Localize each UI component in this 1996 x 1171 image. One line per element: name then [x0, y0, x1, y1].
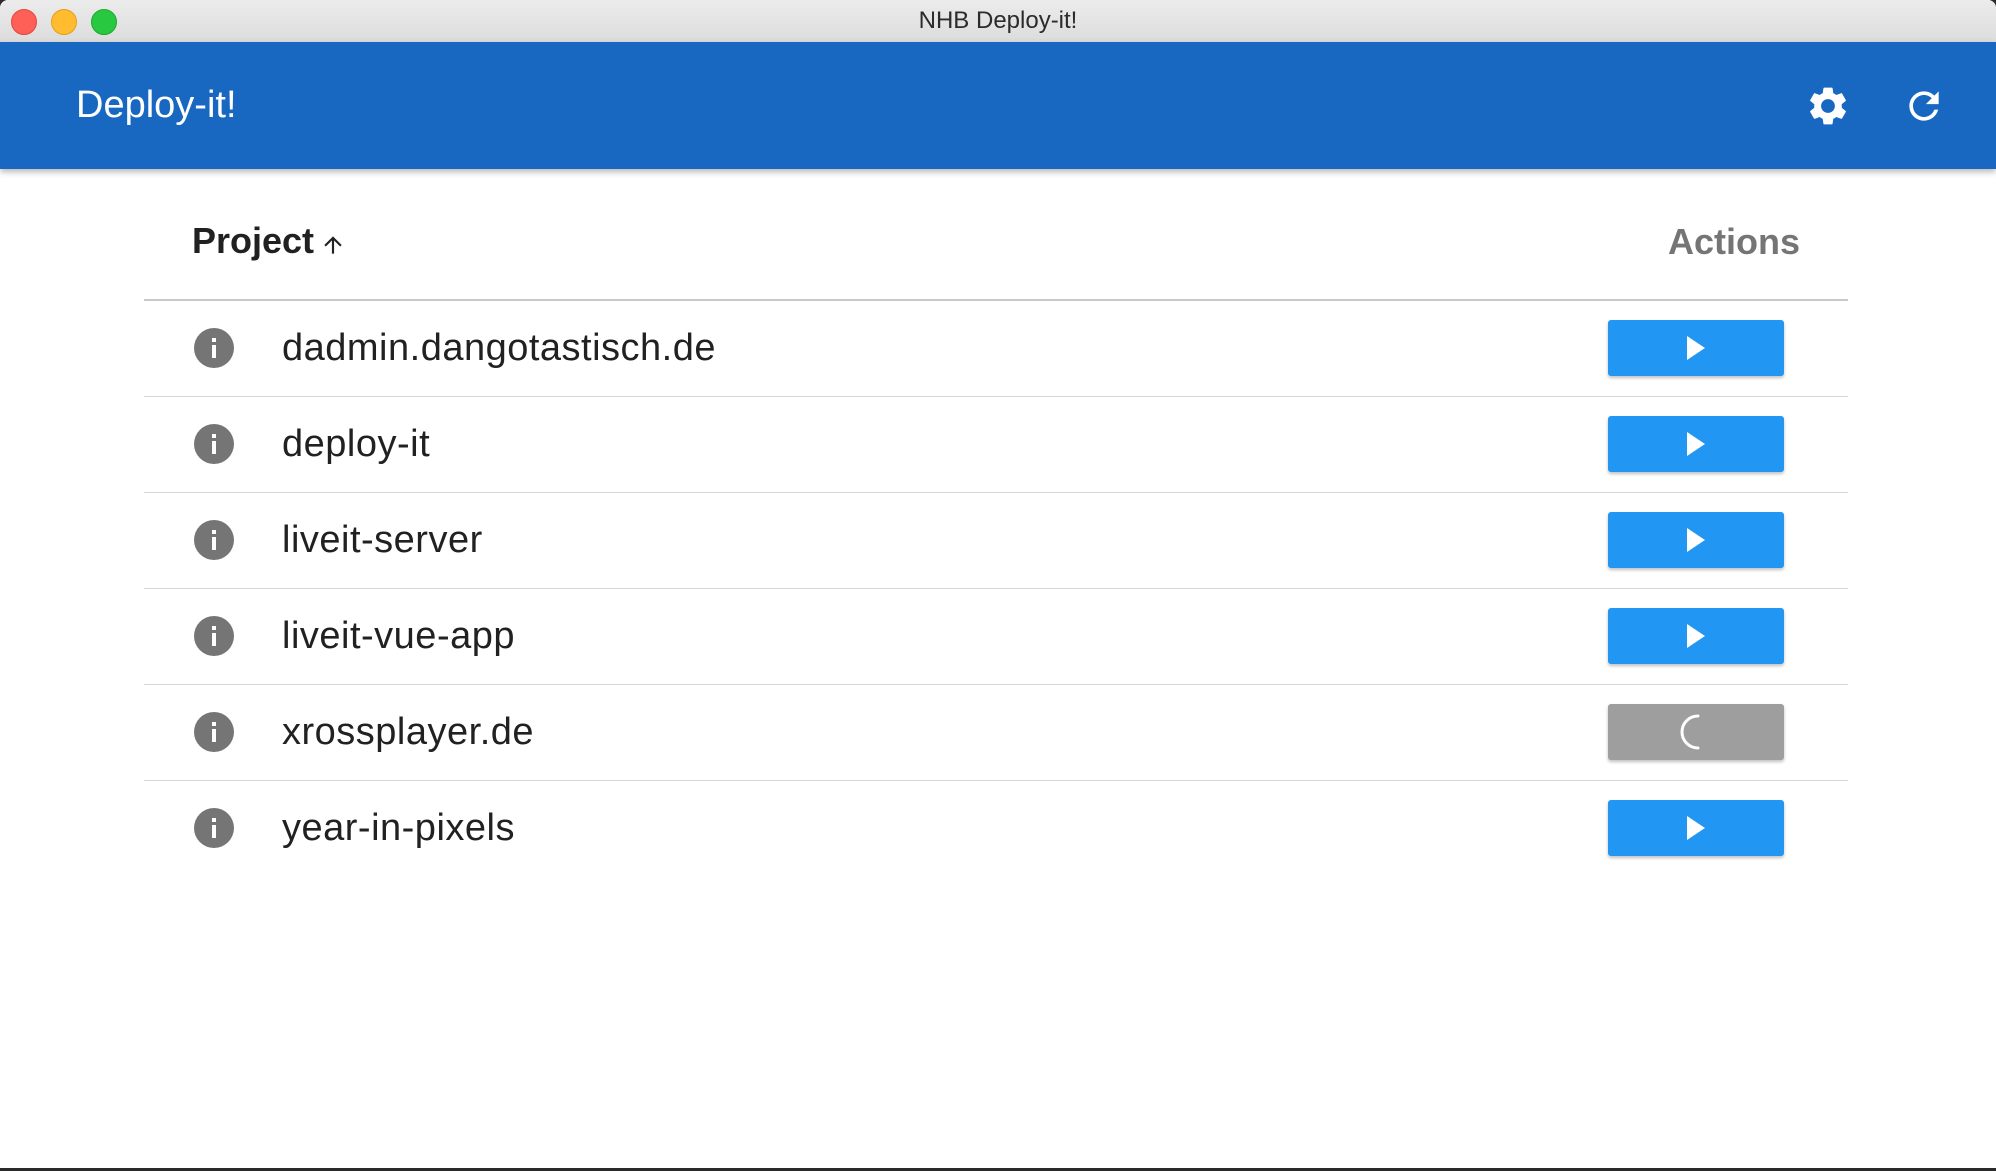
actions-column-header: Actions — [1667, 221, 1800, 262]
deploy-button[interactable] — [1608, 416, 1784, 472]
deploy-button[interactable] — [1608, 800, 1784, 856]
loading-spinner-icon — [1680, 714, 1700, 750]
project-column-label: Project — [192, 220, 315, 261]
table-row: year-in-pixels — [144, 781, 1848, 876]
info-icon[interactable] — [194, 616, 234, 656]
table-row: dadmin.dangotastisch.de — [144, 301, 1848, 397]
refresh-icon — [1909, 91, 1939, 121]
play-icon — [1687, 528, 1705, 552]
table-header: Project Actions — [144, 199, 1848, 301]
gear-icon — [1810, 87, 1846, 125]
play-icon — [1687, 336, 1705, 360]
info-icon[interactable] — [194, 808, 234, 848]
window-title: NHB Deploy-it! — [918, 7, 1078, 34]
deploy-button[interactable] — [1608, 512, 1784, 568]
project-name: dadmin.dangotastisch.de — [282, 327, 717, 369]
projects-table: Project Actions dadmin.dangotastisch.de d… — [144, 199, 1848, 876]
play-icon — [1687, 432, 1705, 456]
project-name: liveit-server — [282, 519, 483, 561]
info-icon[interactable] — [194, 328, 234, 368]
table-body: dadmin.dangotastisch.de deploy-it liveit-s… — [144, 301, 1848, 876]
settings-button[interactable] — [1801, 79, 1855, 133]
deploy-button[interactable] — [1608, 320, 1784, 376]
play-icon — [1687, 816, 1705, 840]
table-row: xrossplayer.de — [144, 685, 1848, 781]
table-row: deploy-it — [144, 397, 1848, 493]
deploy-button[interactable] — [1608, 608, 1784, 664]
table-row: liveit-vue-app — [144, 589, 1848, 685]
project-name: deploy-it — [282, 423, 431, 465]
app-title: Deploy-it! — [76, 84, 237, 126]
refresh-button[interactable] — [1897, 79, 1951, 133]
info-icon[interactable] — [194, 424, 234, 464]
project-name: year-in-pixels — [282, 807, 515, 849]
app-window: NHB Deploy-it! Deploy-it! Project Action… — [0, 0, 1996, 1168]
project-name: liveit-vue-app — [282, 615, 515, 657]
table-row: liveit-server — [144, 493, 1848, 589]
info-icon[interactable] — [194, 520, 234, 560]
deploy-button-loading[interactable] — [1608, 704, 1784, 760]
info-icon[interactable] — [194, 712, 234, 752]
title-bar: NHB Deploy-it! — [0, 0, 1996, 43]
project-name: xrossplayer.de — [282, 711, 535, 753]
project-column-header[interactable]: Project — [192, 199, 346, 283]
arrow-up-icon — [320, 232, 346, 258]
app-toolbar: Deploy-it! — [0, 42, 1996, 169]
play-icon — [1687, 624, 1705, 648]
